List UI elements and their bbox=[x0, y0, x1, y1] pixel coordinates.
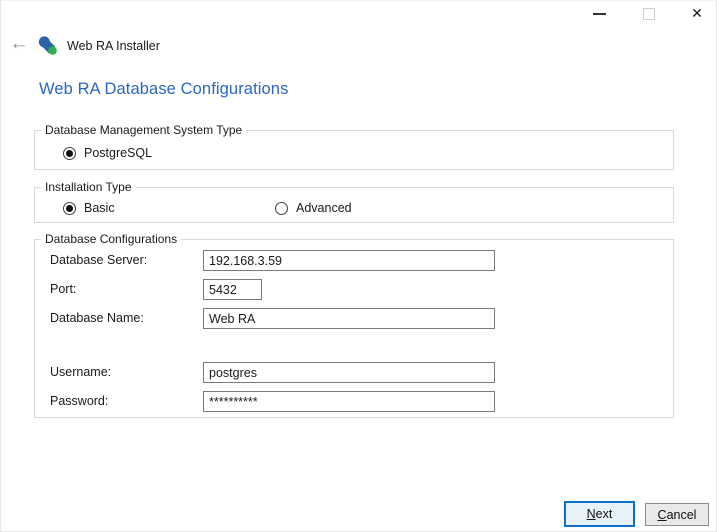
cancel-button[interactable]: Cancel bbox=[645, 503, 709, 526]
close-icon: ✕ bbox=[691, 6, 703, 22]
group-config-legend: Database Configurations bbox=[41, 232, 181, 246]
database-name-input[interactable] bbox=[203, 308, 495, 329]
username-input[interactable] bbox=[203, 362, 495, 383]
radio-advanced[interactable]: Advanced bbox=[275, 201, 352, 215]
group-installation-legend: Installation Type bbox=[41, 180, 136, 194]
cancel-button-accesskey: C bbox=[658, 508, 667, 522]
cancel-button-label: ancel bbox=[667, 508, 697, 522]
database-name-label: Database Name: bbox=[50, 311, 144, 325]
password-label: Password: bbox=[50, 394, 108, 408]
minimize-button[interactable] bbox=[583, 2, 615, 26]
database-server-input[interactable] bbox=[203, 250, 495, 271]
minimize-icon bbox=[593, 13, 606, 15]
radio-advanced-label: Advanced bbox=[296, 201, 352, 215]
password-input[interactable] bbox=[203, 391, 495, 412]
app-logo-icon bbox=[37, 35, 59, 57]
app-title: Web RA Installer bbox=[67, 39, 160, 53]
next-button[interactable]: Next bbox=[564, 501, 635, 527]
back-arrow-icon: ← bbox=[10, 33, 29, 54]
group-dbms-type: Database Management System Type PostgreS… bbox=[34, 130, 674, 170]
radio-basic-label: Basic bbox=[84, 201, 115, 215]
back-button[interactable]: ← bbox=[6, 32, 32, 56]
radio-selected-icon bbox=[63, 147, 76, 160]
next-button-label: ext bbox=[596, 507, 613, 521]
page-title: Web RA Database Configurations bbox=[39, 80, 288, 99]
username-label: Username: bbox=[50, 365, 111, 379]
group-installation-type: Installation Type Basic Advanced bbox=[34, 187, 674, 223]
group-database-config: Database Configurations Database Server:… bbox=[34, 239, 674, 418]
installer-window: ✕ ← Web RA Installer Web RA Database Con… bbox=[0, 0, 717, 532]
radio-postgresql-label: PostgreSQL bbox=[84, 146, 152, 160]
next-button-accesskey: N bbox=[587, 507, 596, 521]
radio-postgresql[interactable]: PostgreSQL bbox=[63, 146, 152, 160]
group-dbms-legend: Database Management System Type bbox=[41, 123, 246, 137]
maximize-icon bbox=[643, 8, 655, 20]
port-label: Port: bbox=[50, 282, 76, 296]
radio-unselected-icon bbox=[275, 202, 288, 215]
radio-basic[interactable]: Basic bbox=[63, 201, 115, 215]
database-server-label: Database Server: bbox=[50, 253, 147, 267]
radio-selected-icon bbox=[63, 202, 76, 215]
maximize-button bbox=[633, 2, 665, 26]
close-button[interactable]: ✕ bbox=[681, 2, 713, 26]
port-input[interactable] bbox=[203, 279, 262, 300]
